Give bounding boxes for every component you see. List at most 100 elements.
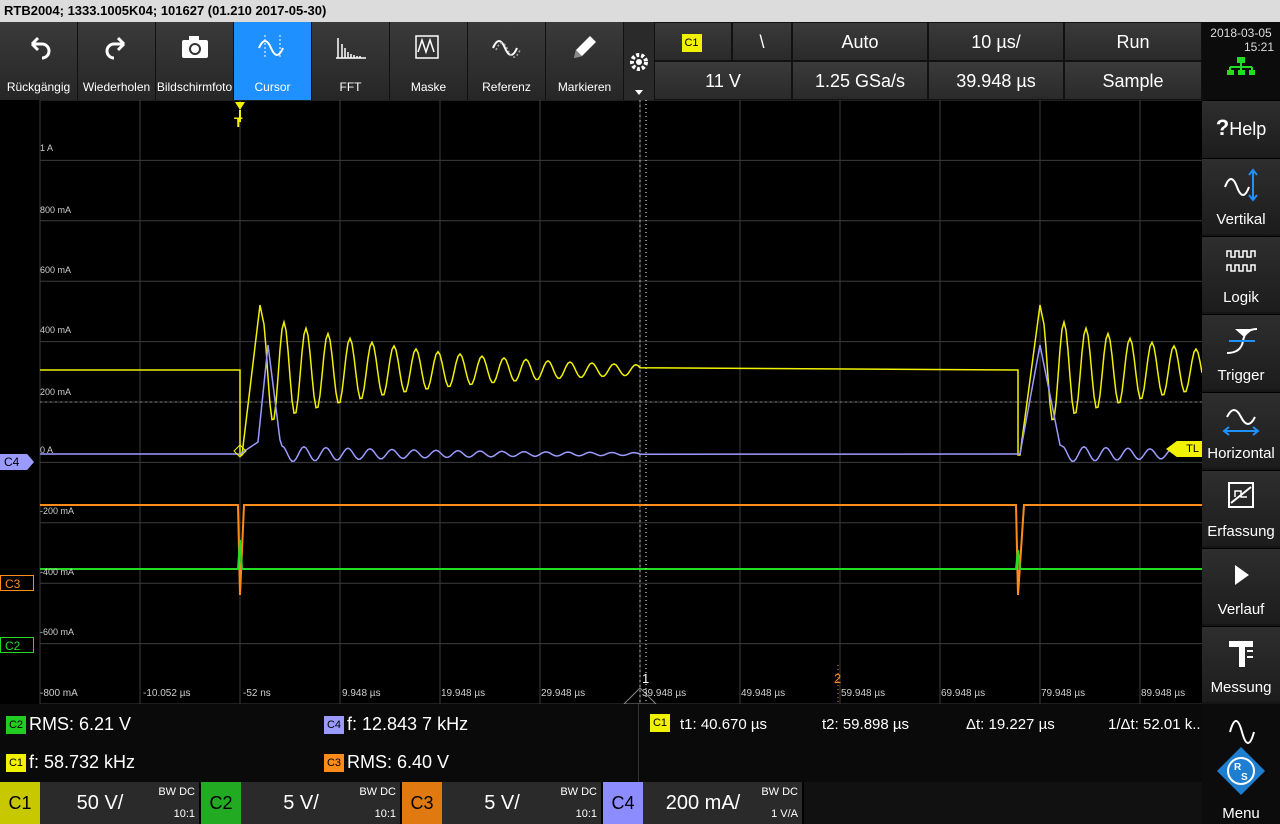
y-label: -600 mA [40, 627, 75, 637]
waveform-display[interactable] [0, 99, 1203, 705]
horizontal-button[interactable]: Horizontal [1202, 392, 1280, 468]
screenshot-button[interactable]: Bildschirmfoto [156, 22, 234, 100]
clock: 2018-03-05 15:21 [1202, 22, 1280, 100]
channel-c4-name: C4 [603, 782, 643, 824]
trigger-button[interactable]: Trigger [1202, 314, 1280, 390]
y-label: 1 A [40, 143, 54, 153]
caliper-icon [1229, 641, 1253, 667]
horizontal-position[interactable]: 39.948 µs [928, 61, 1064, 100]
cursor-1-label[interactable]: 1 [642, 671, 649, 686]
channel-c3-bw: BW DC [560, 786, 597, 798]
cursor-label: Cursor [254, 80, 291, 94]
reference-label: Referenz [482, 80, 531, 94]
network-icon [1227, 57, 1255, 75]
run-status[interactable]: Run [1064, 22, 1202, 61]
acquisition-mode[interactable]: Sample [1064, 61, 1202, 100]
x-label: -10.052 µs [143, 688, 191, 699]
x-label: 39.948 µs [642, 688, 687, 699]
verlauf-button[interactable]: Verlauf [1202, 548, 1280, 624]
gear-icon [630, 53, 648, 95]
cursor-button[interactable]: Cursor [234, 22, 312, 100]
horizontal-label: Horizontal [1207, 445, 1275, 462]
svg-text:S: S [1241, 772, 1248, 783]
trigger-source[interactable]: C1 [654, 22, 732, 61]
logik-label: Logik [1223, 289, 1259, 306]
erfassung-button[interactable]: Erfassung [1202, 470, 1280, 546]
cursor-delta-t: Δt: 19.227 µs [966, 716, 1055, 733]
camera-icon [181, 36, 208, 58]
channel-c2-bw: BW DC [359, 786, 396, 798]
x-label: 9.948 µs [342, 688, 381, 699]
logic-icon [1226, 250, 1256, 272]
menu-label: Menu [1222, 805, 1260, 822]
reference-button[interactable]: Referenz [468, 22, 546, 100]
measurement-c3-rms[interactable]: C3 RMS: 6.40 V [324, 752, 449, 773]
channel-c2-probe: 10:1 [374, 808, 396, 820]
trigger-level[interactable]: 11 V [654, 61, 792, 100]
cursor-badge: C1 [650, 714, 670, 732]
mask-icon [414, 35, 439, 59]
menu-area[interactable]: R S Menu [1202, 704, 1280, 824]
channel-c1-probe: 10:1 [173, 808, 195, 820]
channel-c3-settings[interactable]: C3 5 V/ BW DC 10:1 [402, 782, 602, 824]
channel-c1-name: C1 [0, 782, 40, 824]
meas-badge: C1 [6, 754, 26, 772]
fft-label: FFT [339, 80, 362, 94]
trigger-mode[interactable]: Auto [792, 22, 928, 61]
horizontal-icon [1222, 409, 1260, 436]
meas-value: RMS: 6.21 V [29, 714, 132, 734]
traces [40, 304, 1203, 596]
channel-c4-settings[interactable]: C4 200 mA/ BW DC 1 V/A [603, 782, 803, 824]
mask-label: Maske [410, 80, 447, 94]
vertikal-button[interactable]: Vertikal [1202, 158, 1280, 234]
mask-button[interactable]: Maske [390, 22, 468, 100]
screenshot-label: Bildschirmfoto [156, 80, 233, 94]
trigger-position-marker[interactable]: T [234, 114, 243, 130]
settings-button[interactable] [624, 22, 654, 100]
measurement-c2-rms[interactable]: C2 RMS: 6.21 V [6, 714, 131, 735]
channel-c3-probe: 10:1 [575, 808, 597, 820]
channel-c4-probe: 1 V/A [771, 808, 798, 820]
x-label: 89.948 µs [1141, 688, 1186, 699]
help-button[interactable]: ?Help [1202, 100, 1280, 158]
x-label: 19.948 µs [441, 688, 486, 699]
reference-icon [491, 40, 521, 58]
pencil-icon [573, 36, 596, 58]
erfassung-label: Erfassung [1207, 523, 1275, 540]
trace-c4 [40, 344, 1171, 463]
divider [638, 704, 639, 782]
channel-c3-scale: 5 V/ [484, 792, 520, 814]
channel-tag-c4[interactable]: C4 [0, 454, 34, 470]
channel-c1-settings[interactable]: C1 50 V/ BW DC 10:1 [0, 782, 200, 824]
messung-button[interactable]: Messung [1202, 626, 1280, 702]
cursor-t1: t1: 40.670 µs [680, 716, 768, 733]
trace-c1 [40, 304, 1203, 456]
rs-logo-icon: R S [1216, 720, 1266, 796]
trigger-source-badge: C1 [681, 34, 702, 52]
trigger-slope[interactable]: \ [732, 22, 792, 61]
measurement-c1-freq[interactable]: C1 f: 58.732 kHz [6, 752, 135, 773]
waveform-svg[interactable] [0, 99, 1203, 705]
timebase[interactable]: 10 µs/ [928, 22, 1064, 61]
channel-tag-c3[interactable]: C3 [0, 575, 34, 591]
channel-c4-scale: 200 mA/ [665, 792, 741, 814]
markieren-button[interactable]: Markieren [546, 22, 624, 100]
channel-c2-settings[interactable]: C2 5 V/ BW DC 10:1 [201, 782, 401, 824]
x-label: 79.948 µs [1041, 688, 1086, 699]
markieren-label: Markieren [557, 80, 612, 94]
cursor-wave-icon [257, 35, 284, 59]
fft-button[interactable]: FFT [312, 22, 390, 100]
y-label: 0 A [40, 445, 54, 455]
x-label: 69.948 µs [941, 688, 986, 699]
cursor-t2: t2: 59.898 µs [822, 716, 910, 733]
logik-button[interactable]: Logik [1202, 236, 1280, 312]
cursor-2-label[interactable]: 2 [834, 671, 841, 686]
verlauf-label: Verlauf [1217, 601, 1265, 618]
trace-c2 [40, 539, 1202, 570]
undo-button[interactable]: Rückgängig [0, 22, 78, 100]
undo-label: Rückgängig [6, 80, 71, 94]
meas-badge: C4 [324, 716, 344, 734]
channel-tag-c2[interactable]: C2 [0, 637, 34, 653]
redo-button[interactable]: Wiederholen [78, 22, 156, 100]
measurement-c4-freq[interactable]: C4 f: 12.843 7 kHz [324, 714, 468, 735]
